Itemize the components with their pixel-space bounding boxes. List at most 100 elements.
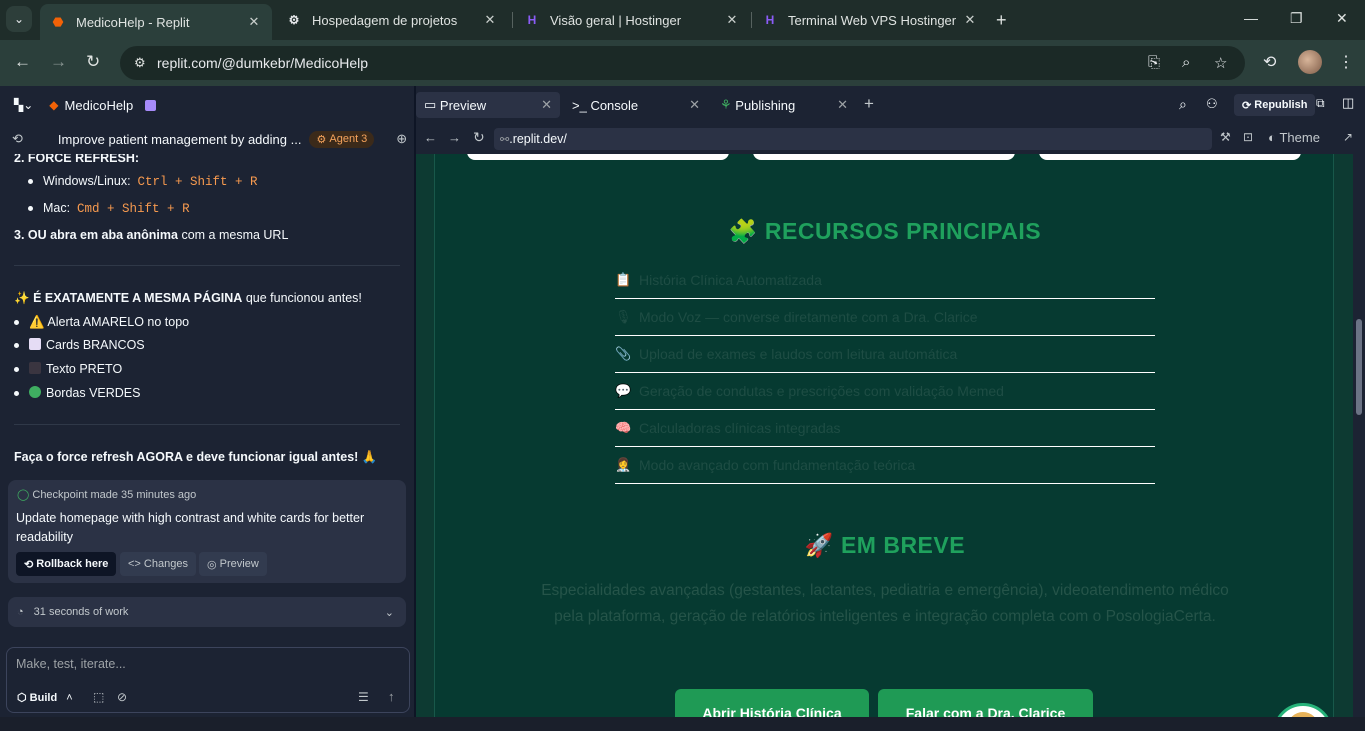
- thread-row: ⟲ Improve patient management by adding .…: [0, 124, 414, 154]
- minimize-button[interactable]: —: [1244, 10, 1258, 26]
- scrollbar-thumb[interactable]: [1356, 319, 1362, 415]
- back-arrow-icon[interactable]: ←: [424, 130, 437, 145]
- soon-title: 🚀 EM BREVE: [435, 532, 1335, 559]
- replit-icon: ⬣: [52, 15, 64, 29]
- close-icon[interactable]: ✕: [246, 14, 262, 30]
- project-name[interactable]: MedicoHelp: [65, 98, 134, 113]
- new-chat-icon[interactable]: ⊕: [396, 131, 407, 147]
- reload-icon[interactable]: ↻: [473, 129, 485, 146]
- info-card[interactable]: [467, 154, 729, 160]
- device-icon[interactable]: ⊡: [1243, 130, 1253, 144]
- tab-console[interactable]: >_ Console ✕: [564, 92, 708, 118]
- preview-url-input[interactable]: ⚯ .replit.dev/: [494, 128, 1212, 150]
- close-window-button[interactable]: ✕: [1336, 10, 1348, 27]
- republish-button[interactable]: ⟳ Republish: [1234, 94, 1316, 116]
- preview-icon: ◎: [207, 558, 220, 571]
- forward-arrow-icon[interactable]: →: [50, 52, 67, 72]
- close-icon[interactable]: ✕: [962, 12, 978, 28]
- project-status-icon: [145, 99, 157, 111]
- mode-selector[interactable]: ⬡ Build ˄: [17, 691, 73, 704]
- open-external-icon[interactable]: ↗: [1343, 130, 1353, 144]
- list-label: Alerta AMARELO no topo: [47, 315, 190, 329]
- close-icon[interactable]: ✕: [541, 97, 552, 113]
- close-icon[interactable]: ✕: [837, 97, 848, 113]
- tab-title: MedicoHelp - Replit: [76, 14, 190, 30]
- feature-item: 🧠 Calculadoras clínicas integradas: [615, 410, 1155, 447]
- zoom-icon[interactable]: ⌕: [1182, 54, 1190, 71]
- checkpoint-card: ◯ Checkpoint made 35 minutes ago Update …: [8, 480, 406, 583]
- work-summary[interactable]: ◔ 31 seconds of work ⌄: [8, 597, 406, 627]
- chevron-down-icon[interactable]: ⌄: [385, 606, 394, 619]
- tab-hospedagem[interactable]: ⚙ Hospedagem de projetos ✕: [276, 4, 508, 36]
- agent-input[interactable]: Make, test, iterate... ⬡ Build ˄ ⬚ ⊘ ☰ ↑: [6, 647, 410, 713]
- feature-text: História Clínica Automatizada: [639, 272, 822, 288]
- browser-toolbar: ← → ↻ ⚙ replit.com/@dumkebr/MedicoHelp ⎘…: [0, 40, 1365, 86]
- preview-scrollbar[interactable]: [1353, 154, 1365, 717]
- list-item: Bordas VERDES: [14, 386, 140, 400]
- back-arrow-icon[interactable]: ←: [14, 52, 31, 72]
- layout-icon[interactable]: ⧉: [1316, 96, 1325, 111]
- install-app-icon[interactable]: ⎘: [1148, 54, 1160, 71]
- close-icon[interactable]: ✕: [724, 12, 740, 28]
- invite-icon[interactable]: ⚇: [1206, 96, 1218, 112]
- preview-button[interactable]: ◎ Preview: [199, 552, 267, 576]
- para-text: que funcionou antes!: [245, 291, 362, 305]
- project-icon: ◆: [49, 98, 59, 112]
- changes-button[interactable]: <> Changes: [120, 552, 196, 576]
- info-card[interactable]: [1039, 154, 1301, 160]
- speech-bubble-icon: 💬: [615, 383, 632, 398]
- tab-hostinger-terminal[interactable]: H Terminal Web VPS Hostinger ✕: [752, 4, 988, 36]
- rocket-icon: 🚀: [804, 532, 835, 558]
- new-tab-button[interactable]: +: [996, 10, 1007, 31]
- talk-clarice-button[interactable]: Falar com a Dra. Clarice: [878, 689, 1093, 717]
- info-card[interactable]: [753, 154, 1015, 160]
- sidebar-toggle-icon[interactable]: ◫: [1342, 95, 1354, 111]
- open-history-button[interactable]: Abrir História Clínica: [675, 689, 869, 717]
- preview-url-row: ← → ↻ ⚯ .replit.dev/ ⚒ ⊡ ◐ Theme ↗: [416, 124, 1365, 154]
- chat-heading: 2. FORCE REFRESH:: [14, 154, 140, 165]
- tab-search-button[interactable]: ⌄: [6, 6, 32, 32]
- close-icon[interactable]: ✕: [482, 12, 498, 28]
- warning-icon: ⚠️: [29, 315, 45, 329]
- site-settings-icon[interactable]: ⚙: [134, 55, 146, 71]
- settings-sliders-icon[interactable]: ☰: [358, 690, 369, 704]
- search-icon[interactable]: ⌕: [1179, 96, 1187, 113]
- forward-arrow-icon[interactable]: →: [448, 130, 461, 145]
- thread-title[interactable]: Improve patient management by adding ...: [58, 132, 302, 147]
- close-icon[interactable]: ✕: [689, 97, 700, 113]
- tab-title: Hospedagem de projetos: [312, 12, 458, 28]
- list-label: Cards BRANCOS: [46, 338, 145, 352]
- preview-url[interactable]: .replit.dev/: [509, 132, 567, 146]
- tab-hostinger-overview[interactable]: H Visão geral | Hostinger ✕: [514, 4, 750, 36]
- send-icon[interactable]: ↑: [388, 689, 395, 704]
- cube-icon: ⬡: [17, 692, 27, 704]
- features-title-text: RECURSOS PRINCIPAIS: [764, 218, 1042, 244]
- replit-logo-icon[interactable]: ▚⌄: [14, 98, 33, 112]
- site-content: 🧩 RECURSOS PRINCIPAIS 📋 História Clínica…: [434, 154, 1334, 717]
- extension-icon[interactable]: ⟲: [1263, 52, 1276, 72]
- theme-button[interactable]: ◐ Theme: [1268, 130, 1320, 145]
- address-bar[interactable]: ⚙ replit.com/@dumkebr/MedicoHelp ⎘ ⌕ ☆: [120, 46, 1245, 80]
- terminal-icon: >_: [572, 97, 591, 113]
- rollback-button[interactable]: ⟲ Rollback here: [16, 552, 117, 576]
- chevron-down-icon: ⌄: [13, 12, 25, 26]
- select-element-icon[interactable]: ⬚: [93, 690, 104, 704]
- devtools-icon[interactable]: ⚒: [1220, 130, 1231, 144]
- tab-publishing[interactable]: ⚘ Publishing ✕: [712, 92, 856, 118]
- tab-preview[interactable]: ▭ Preview ✕: [416, 92, 560, 118]
- shortcut-code: Ctrl + Shift + R: [137, 175, 258, 189]
- republish-icon: ⟳: [1242, 99, 1255, 112]
- input-placeholder[interactable]: Make, test, iterate...: [16, 657, 126, 671]
- avatar[interactable]: [1298, 50, 1322, 74]
- maximize-button[interactable]: ❐: [1290, 10, 1303, 27]
- theme-label: Theme: [1279, 130, 1320, 145]
- reload-icon[interactable]: ↻: [86, 52, 100, 72]
- tab-medicohelp-replit[interactable]: ⬣ MedicoHelp - Replit ✕: [40, 4, 272, 40]
- attach-icon[interactable]: ⊘: [117, 690, 127, 704]
- star-icon[interactable]: ☆: [1214, 54, 1227, 72]
- url-text[interactable]: replit.com/@dumkebr/MedicoHelp: [157, 55, 368, 71]
- feature-text: Modo avançado com fundamentação teórica: [639, 457, 916, 473]
- more-menu-icon[interactable]: ⋮: [1338, 52, 1354, 72]
- history-icon[interactable]: ⟲: [12, 131, 23, 147]
- add-tab-button[interactable]: +: [864, 94, 874, 114]
